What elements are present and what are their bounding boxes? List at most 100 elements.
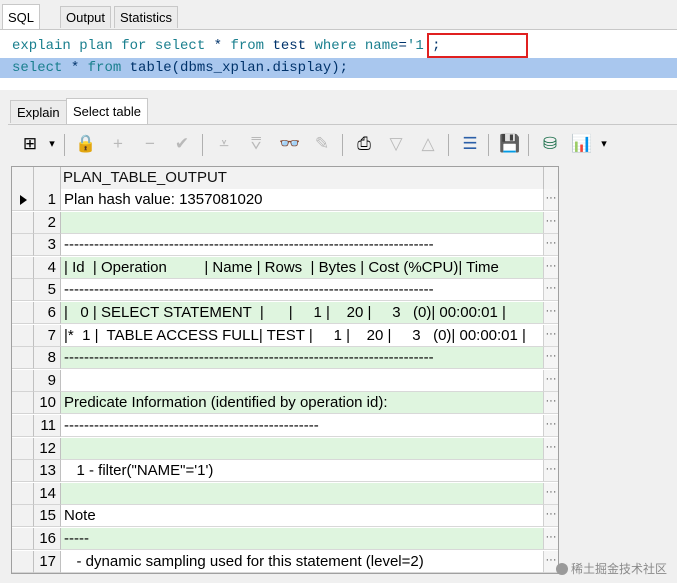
last-record-icon[interactable]: ⩢ <box>244 132 268 156</box>
grid-layout-icon[interactable]: ⊞ <box>18 132 42 156</box>
row-indicator[interactable] <box>12 460 34 483</box>
plan-output-cell[interactable]: |* 1 | TABLE ACCESS FULL| TEST | 1 | 20 … <box>61 324 543 347</box>
chart-icon[interactable]: 📊 <box>570 132 594 156</box>
tab-sql[interactable]: SQL <box>2 4 41 30</box>
row-indicator[interactable] <box>12 528 34 550</box>
eraser-icon[interactable]: ✎ <box>310 132 334 156</box>
table-row[interactable]: 16 ----- ··· <box>12 528 558 550</box>
plan-output-cell[interactable] <box>61 369 543 392</box>
cell-editor-button[interactable]: ··· <box>543 256 558 279</box>
plan-output-cell[interactable]: 1 - filter("NAME"='1') <box>61 460 543 483</box>
cell-editor-button[interactable]: ··· <box>543 528 558 550</box>
post-check-icon[interactable]: ✔ <box>170 132 194 156</box>
plan-output-cell[interactable]: Predicate Information (identified by ope… <box>61 392 543 415</box>
plan-output-cell[interactable]: Note <box>61 505 543 528</box>
cell-editor-button[interactable]: ··· <box>543 279 558 302</box>
plan-output-cell[interactable]: | Id | Operation | Name | Rows | Bytes |… <box>61 256 543 279</box>
cell-editor-button[interactable]: ··· <box>543 347 558 370</box>
row-indicator[interactable] <box>12 415 34 437</box>
plan-output-cell[interactable]: ----------------------------------------… <box>61 279 543 302</box>
first-record-icon[interactable]: ⩡ <box>212 132 236 156</box>
cell-editor-button[interactable]: ··· <box>543 369 558 392</box>
table-row[interactable]: 7 |* 1 | TABLE ACCESS FULL| TEST | 1 | 20… <box>12 324 558 347</box>
table-row[interactable]: 17 - dynamic sampling used for this stat… <box>12 550 558 573</box>
toolbar-separator <box>202 134 203 156</box>
row-indicator[interactable] <box>12 256 34 279</box>
row-number: 13 <box>34 460 61 483</box>
cell-editor-button[interactable]: ··· <box>543 482 558 505</box>
cell-editor-button[interactable]: ··· <box>543 211 558 234</box>
tab-select-table[interactable]: Select table <box>66 98 148 125</box>
row-indicator[interactable] <box>12 189 34 211</box>
cell-editor-button[interactable]: ··· <box>543 415 558 437</box>
remove-icon[interactable]: − <box>138 132 162 156</box>
cell-editor-button[interactable]: ··· <box>543 437 558 460</box>
cell-editor-button[interactable]: ··· <box>543 460 558 483</box>
plan-output-cell[interactable]: ----------------------------------------… <box>61 347 543 370</box>
table-row[interactable]: 6 | 0 | SELECT STATEMENT | | 1 | 20 | 3 (… <box>12 302 558 324</box>
plan-output-cell[interactable]: | 0 | SELECT STATEMENT | | 1 | 20 | 3 (0… <box>61 302 543 324</box>
table-row[interactable]: 2 ··· <box>12 211 558 234</box>
table-row[interactable]: 12 ··· <box>12 437 558 460</box>
sql-editor[interactable]: explain plan for select * from test wher… <box>0 30 677 90</box>
cell-editor-button[interactable]: ··· <box>543 505 558 528</box>
table-row[interactable]: 10 Predicate Information (identified by o… <box>12 392 558 415</box>
table-row[interactable]: 3 ---------------------------------------… <box>12 234 558 257</box>
table-row[interactable]: 14 ··· <box>12 482 558 505</box>
result-grid[interactable]: PLAN_TABLE_OUTPUT 1 Plan hash value: 1357… <box>11 166 559 574</box>
row-indicator[interactable] <box>12 392 34 415</box>
table-row[interactable]: 13 1 - filter("NAME"='1') ··· <box>12 460 558 483</box>
cell-editor-button[interactable]: ··· <box>543 392 558 415</box>
cell-editor-button[interactable]: ··· <box>543 189 558 211</box>
table-row[interactable]: 1 Plan hash value: 1357081020 ··· <box>12 189 558 211</box>
column-header[interactable]: PLAN_TABLE_OUTPUT <box>63 167 227 189</box>
code-line-1[interactable]: explain plan for select * from test wher… <box>12 36 441 56</box>
save-icon[interactable]: 💾 <box>498 132 522 156</box>
row-indicator[interactable] <box>12 437 34 460</box>
cell-editor-button[interactable]: ··· <box>543 234 558 257</box>
row-indicator[interactable] <box>12 482 34 505</box>
row-indicator[interactable] <box>12 347 34 370</box>
plan-output-cell[interactable]: ----- <box>61 528 543 550</box>
row-indicator[interactable] <box>12 302 34 324</box>
table-row[interactable]: 9 ··· <box>12 369 558 392</box>
condition-column: name <box>364 38 399 54</box>
table-row[interactable]: 15 Note ··· <box>12 505 558 528</box>
row-indicator[interactable] <box>12 234 34 257</box>
row-indicator[interactable] <box>12 211 34 234</box>
plan-output-cell[interactable]: ----------------------------------------… <box>61 234 543 257</box>
export-icon[interactable]: ⎙ <box>352 132 376 156</box>
plan-output-cell[interactable] <box>61 482 543 505</box>
plan-output-cell[interactable] <box>61 437 543 460</box>
row-indicator[interactable] <box>12 369 34 392</box>
lock-icon[interactable]: 🔒 <box>74 132 98 156</box>
filter-down-icon[interactable]: ▽ <box>384 132 408 156</box>
tab-explain[interactable]: Explain <box>10 100 67 123</box>
plan-output-cell[interactable] <box>61 211 543 234</box>
table-row[interactable]: 8 ---------------------------------------… <box>12 347 558 370</box>
table-row[interactable]: 11 --------------------------------------… <box>12 415 558 437</box>
chevron-down-icon[interactable]: ▾ <box>40 132 64 156</box>
row-indicator[interactable] <box>12 324 34 347</box>
add-icon[interactable]: + <box>106 132 130 156</box>
filter-up-icon[interactable]: △ <box>416 132 440 156</box>
tab-output[interactable]: Output <box>60 6 112 28</box>
plan-output-cell[interactable]: Plan hash value: 1357081020 <box>61 189 543 211</box>
tree-icon[interactable]: ☰ <box>458 132 482 156</box>
plan-output-cell[interactable]: ----------------------------------------… <box>61 415 543 437</box>
database-icon[interactable]: ⛁ <box>538 132 562 156</box>
chevron-down-icon[interactable]: ▾ <box>592 132 616 156</box>
tab-statistics[interactable]: Statistics <box>114 6 179 28</box>
cell-editor-button[interactable]: ··· <box>543 324 558 347</box>
table-row[interactable]: 5 ---------------------------------------… <box>12 279 558 302</box>
cell-editor-button[interactable]: ··· <box>543 302 558 324</box>
row-indicator[interactable] <box>12 279 34 302</box>
keyword: select <box>12 60 63 76</box>
row-indicator[interactable] <box>12 505 34 528</box>
row-indicator[interactable] <box>12 550 34 573</box>
table-row[interactable]: 4 | Id | Operation | Name | Rows | Bytes … <box>12 256 558 279</box>
code-line-2[interactable]: select * from table(dbms_xplan.display); <box>0 58 677 78</box>
binoculars-icon[interactable]: 👓 <box>278 132 302 156</box>
plan-output-cell[interactable]: - dynamic sampling used for this stateme… <box>61 550 543 573</box>
